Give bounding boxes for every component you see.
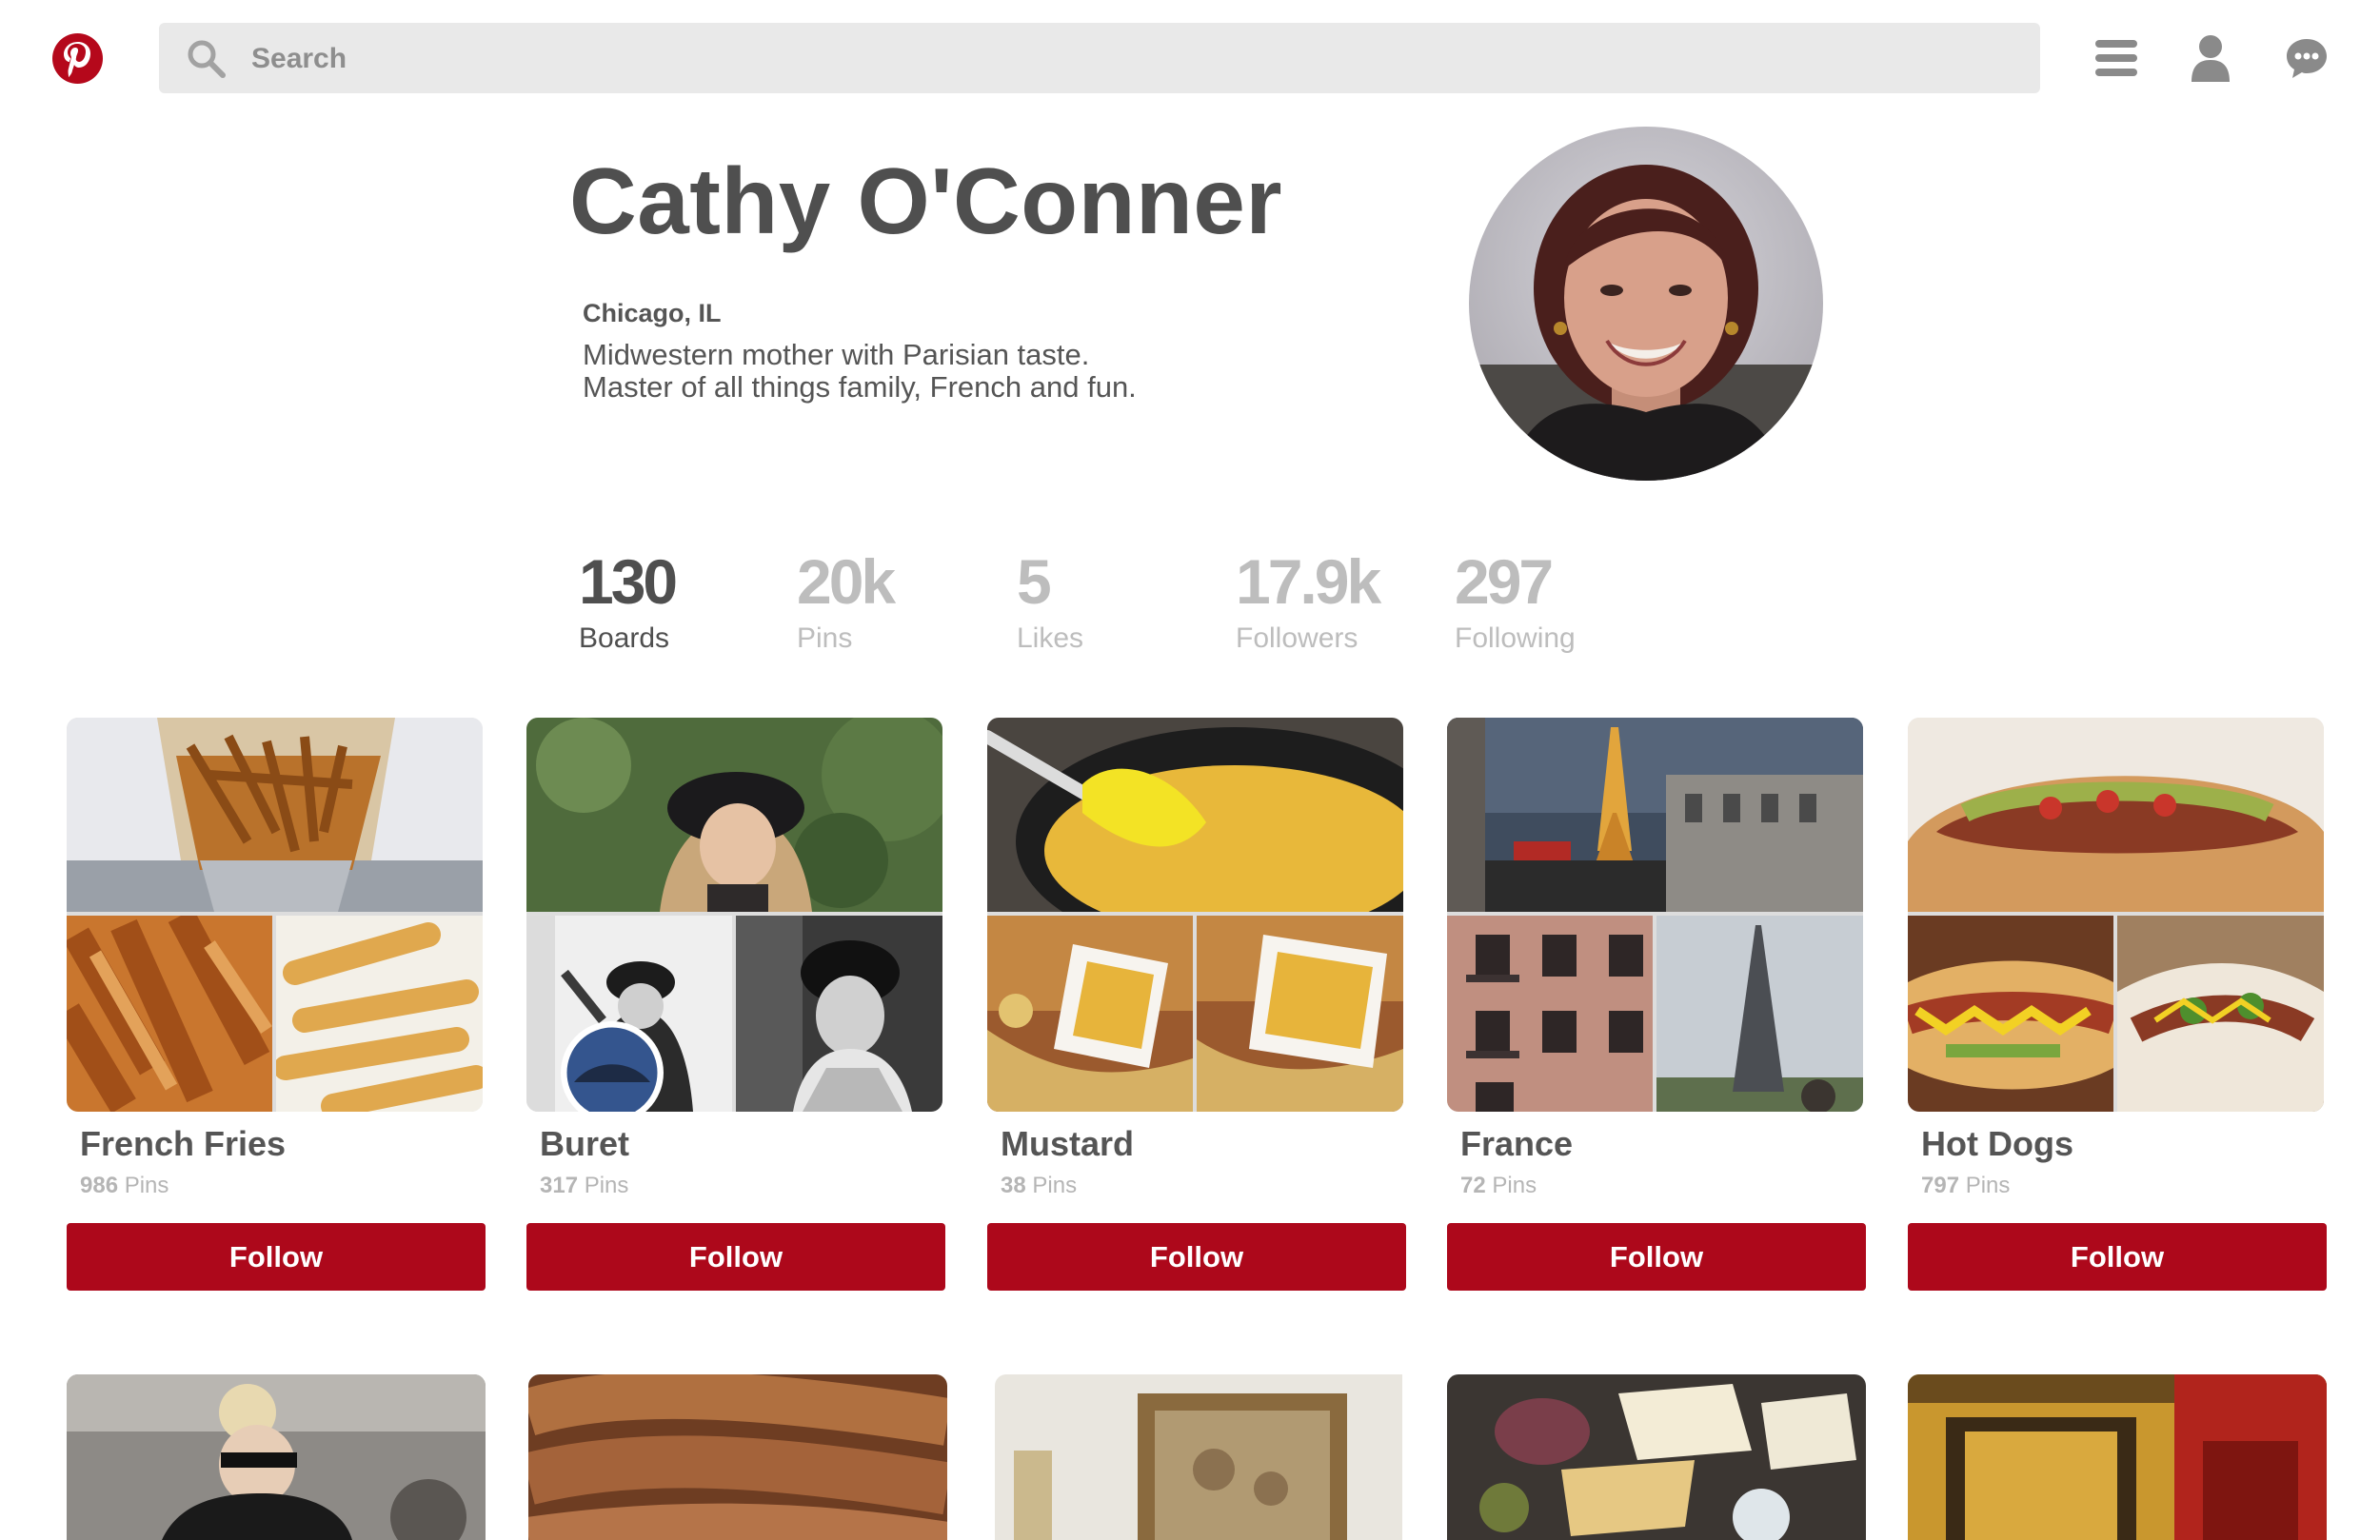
- board-thumb-image: [276, 916, 483, 1112]
- stat-value: 17.9k: [1236, 546, 1381, 617]
- stat-label: Boards: [579, 622, 670, 654]
- board-card-partial[interactable]: [1908, 1374, 2327, 1540]
- board-title[interactable]: Buret: [540, 1127, 945, 1161]
- board-cover-image: [526, 718, 942, 912]
- board-thumb-image: [526, 916, 732, 1112]
- stat-label: Likes: [1017, 622, 1084, 654]
- board-pin-count: 797 Pins: [1921, 1173, 2327, 1199]
- board-pin-count: 72 Pins: [1460, 1173, 1866, 1199]
- pin-count-word: Pins: [584, 1173, 629, 1198]
- board-cover-image: [67, 1374, 486, 1540]
- follow-button[interactable]: Follow: [1447, 1223, 1866, 1291]
- board-thumb-image: [67, 916, 272, 1112]
- avatar[interactable]: [1469, 127, 1823, 481]
- profile-name: Cathy O'Conner: [569, 148, 1283, 253]
- board-title[interactable]: Mustard: [1001, 1127, 1406, 1161]
- pin-count-word: Pins: [1965, 1173, 2011, 1198]
- pin-count-number: 797: [1921, 1173, 1960, 1198]
- board-card-partial[interactable]: [528, 1374, 947, 1540]
- board-pin-count: 986 Pins: [80, 1173, 486, 1199]
- board-cover[interactable]: [987, 718, 1403, 1112]
- stat-value: 20k: [797, 546, 896, 617]
- board-card-french-fries: French Fries 986 Pins Follow: [67, 718, 486, 1291]
- board-cover-image: [528, 1374, 947, 1540]
- board-card-partial[interactable]: [67, 1374, 486, 1540]
- board-title[interactable]: French Fries: [80, 1127, 486, 1161]
- board-thumb-image: [736, 916, 942, 1112]
- pin-count-number: 38: [1001, 1173, 1026, 1198]
- stat-value: 5: [1017, 546, 1052, 617]
- pin-count-word: Pins: [124, 1173, 169, 1198]
- board-card-france: France 72 Pins Follow: [1447, 718, 1866, 1291]
- board-cover-image: [1908, 718, 2324, 912]
- stat-pins[interactable]: 20k Pins: [797, 546, 896, 655]
- stat-label: Pins: [797, 622, 853, 654]
- stat-boards[interactable]: 130 Boards: [579, 546, 678, 655]
- stat-followers[interactable]: 17.9k Followers: [1236, 546, 1381, 655]
- board-cover-image: [987, 718, 1403, 912]
- board-cover-image: [995, 1374, 1402, 1540]
- pin-count-word: Pins: [1492, 1173, 1537, 1198]
- board-thumb-image: [2117, 916, 2324, 1112]
- pin-count-number: 317: [540, 1173, 579, 1198]
- board-cover[interactable]: [526, 718, 942, 1112]
- stat-following[interactable]: 297 Following: [1455, 550, 1576, 655]
- board-card-hot-dogs: Hot Dogs 797 Pins Follow: [1908, 718, 2327, 1291]
- search-bar[interactable]: [159, 23, 2040, 95]
- board-card-partial[interactable]: [1447, 1374, 1866, 1540]
- follow-button[interactable]: Follow: [1908, 1223, 2327, 1291]
- board-thumb-image: [1656, 916, 1863, 1112]
- board-pin-count: 317 Pins: [540, 1173, 945, 1199]
- pin-count-word: Pins: [1032, 1173, 1078, 1198]
- board-card-mustard: Mustard 38 Pins Follow: [987, 718, 1406, 1291]
- profile-bio: Midwestern mother with Parisian taste. M…: [583, 339, 1137, 404]
- stat-value: 297: [1455, 546, 1554, 617]
- board-cover-image: [1447, 1374, 1866, 1540]
- pinterest-logo-icon[interactable]: [52, 33, 103, 84]
- board-thumb-image: [1197, 916, 1403, 1112]
- pin-count-number: 986: [80, 1173, 119, 1198]
- bio-line-2: Master of all things family, French and …: [583, 370, 1137, 404]
- follow-button[interactable]: Follow: [67, 1223, 486, 1291]
- board-cover-image: [1908, 1374, 2327, 1540]
- follow-button[interactable]: Follow: [526, 1223, 945, 1291]
- chat-icon[interactable]: [2281, 32, 2332, 84]
- board-cover[interactable]: [67, 718, 483, 1112]
- bio-line-1: Midwestern mother with Parisian taste.: [583, 338, 1090, 371]
- user-icon[interactable]: [2185, 32, 2236, 84]
- stat-likes[interactable]: 5 Likes: [1017, 550, 1083, 655]
- pin-count-number: 72: [1460, 1173, 1486, 1198]
- follow-button[interactable]: Follow: [987, 1223, 1406, 1291]
- board-title[interactable]: Hot Dogs: [1921, 1127, 2327, 1161]
- board-cover-image: [1447, 718, 1863, 912]
- stat-value: 130: [579, 546, 678, 617]
- board-thumb-image: [987, 916, 1193, 1112]
- stat-label: Followers: [1236, 622, 1359, 654]
- board-title[interactable]: France: [1460, 1127, 1866, 1161]
- search-input[interactable]: [249, 23, 2014, 95]
- stat-label: Following: [1455, 622, 1576, 654]
- profile-location: Chicago, IL: [583, 299, 722, 327]
- board-card-partial[interactable]: [995, 1374, 1414, 1540]
- menu-icon[interactable]: [2091, 32, 2142, 84]
- board-thumb-image: [1447, 916, 1653, 1112]
- board-cover-image: [67, 718, 483, 912]
- search-icon: [188, 40, 226, 78]
- board-cover[interactable]: [1447, 718, 1863, 1112]
- board-cover[interactable]: [1908, 718, 2324, 1112]
- board-card-buret: Buret 317 Pins Follow: [526, 718, 945, 1291]
- board-thumb-image: [1908, 916, 2113, 1112]
- board-pin-count: 38 Pins: [1001, 1173, 1406, 1199]
